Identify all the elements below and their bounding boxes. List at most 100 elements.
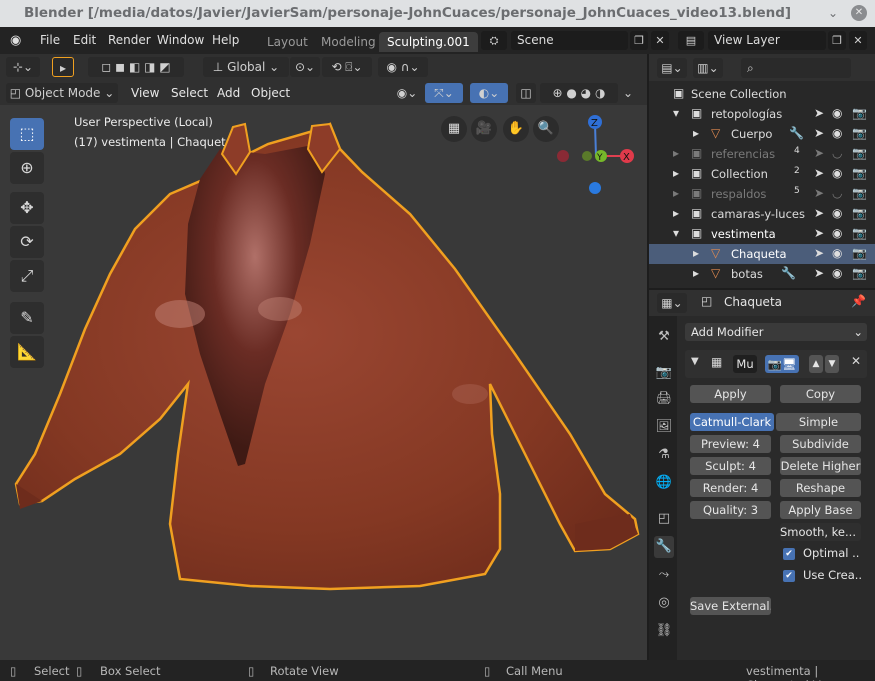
- hidden-eye-icon[interactable]: ◡: [832, 186, 842, 200]
- close-icon[interactable]: ✕: [851, 5, 867, 21]
- select-arrow-icon[interactable]: ➤: [814, 206, 824, 220]
- apply-button[interactable]: Apply: [690, 385, 771, 403]
- camera-render-icon[interactable]: 📷: [852, 206, 867, 220]
- eye-icon[interactable]: ◉: [832, 106, 842, 120]
- select-arrow-icon[interactable]: ➤: [814, 106, 824, 120]
- blender-logo-icon[interactable]: ◉: [10, 33, 26, 49]
- particles-tab-icon[interactable]: ⤳: [654, 564, 674, 586]
- menu-render[interactable]: Render: [108, 33, 151, 47]
- camera-render-icon[interactable]: 📷: [852, 186, 867, 200]
- properties-panel[interactable]: ▦⌄ ◰ Chaqueta 📌 ⚒ 📷 🖨 🖼 ⚗ 🌐 ◰ 🔧 ⤳ ◎ ⛓ Ad…: [649, 290, 875, 660]
- output-tab-icon[interactable]: 🖨: [654, 388, 674, 410]
- select-arrow-icon[interactable]: ➤: [814, 166, 824, 180]
- apply-base-button[interactable]: Apply Base: [780, 501, 861, 519]
- delete-modifier-icon[interactable]: ✕: [851, 354, 861, 368]
- expand-icon[interactable]: ▸: [673, 166, 679, 180]
- expand-icon[interactable]: ▸: [673, 206, 679, 220]
- menu-edit[interactable]: Edit: [73, 33, 96, 47]
- outliner-search-input[interactable]: ⌕: [741, 58, 851, 78]
- outliner-filter-icon[interactable]: ▥⌄: [693, 58, 723, 78]
- expand-icon[interactable]: ▸: [673, 146, 679, 160]
- preview-levels-field[interactable]: Preview: 4: [690, 435, 771, 453]
- expand-icon[interactable]: ▸: [693, 246, 699, 260]
- simple-button[interactable]: Simple: [776, 413, 861, 431]
- outliner-row-camaras[interactable]: ▸ ▣ camaras-y-luces ➤ ◉ 📷: [649, 204, 875, 224]
- properties-editor-type-icon[interactable]: ▦⌄: [657, 293, 687, 313]
- select-arrow-icon[interactable]: ➤: [814, 146, 824, 160]
- expand-icon[interactable]: ▾: [673, 226, 679, 240]
- copy-button[interactable]: Copy: [780, 385, 861, 403]
- modifier-visibility-icons[interactable]: 📷🖥: [765, 355, 799, 373]
- move-down-icon[interactable]: ▼: [825, 355, 839, 373]
- outliner-row-referencias[interactable]: ▸ ▣ referencias 4 ➤ ◡ 📷: [649, 144, 875, 164]
- expand-icon[interactable]: ▸: [673, 186, 679, 200]
- outliner-row-chaqueta[interactable]: ▸ ▽ Chaqueta ➤ ◉ 📷: [649, 244, 875, 264]
- select-arrow-icon[interactable]: ➤: [814, 226, 824, 240]
- view-layer-field[interactable]: View Layer: [708, 31, 826, 50]
- select-arrow-icon[interactable]: ➤: [814, 246, 824, 260]
- outliner-row-retopologias[interactable]: ▾ ▣ retopologías ➤ ◉ 📷: [649, 104, 875, 124]
- jacket-body[interactable]: [14, 122, 640, 591]
- eye-icon[interactable]: ◉: [832, 206, 842, 220]
- scene-close-icon[interactable]: ✕: [651, 31, 669, 50]
- modifier-tab-icon[interactable]: 🔧: [654, 536, 674, 558]
- menu-file[interactable]: File: [40, 33, 60, 47]
- minimize-icon[interactable]: ⌄: [825, 5, 841, 21]
- modifier-name-field[interactable]: Mu: [733, 355, 757, 373]
- physics-tab-icon[interactable]: ◎: [654, 592, 674, 614]
- tab-sculpting[interactable]: Sculpting.001: [379, 32, 478, 52]
- smooth-uvs-dropdown[interactable]: Smooth, ke... ⌄: [780, 523, 861, 541]
- tab-layout[interactable]: Layout: [259, 32, 316, 52]
- view-layer-copy-icon[interactable]: ❐: [828, 31, 846, 50]
- camera-render-icon[interactable]: 📷: [852, 126, 867, 140]
- view-layer-tab-icon[interactable]: 🖼: [654, 416, 674, 438]
- outliner-row-collection[interactable]: ▸ ▣ Collection 2 ➤ ◉ 📷: [649, 164, 875, 184]
- camera-render-icon[interactable]: 📷: [852, 146, 867, 160]
- add-modifier-dropdown[interactable]: Add Modifier ⌄: [685, 323, 867, 341]
- jacket-model[interactable]: [0, 54, 647, 660]
- eye-icon[interactable]: ◉: [832, 246, 842, 260]
- optimal-display-checkbox[interactable]: ✔: [783, 548, 795, 560]
- object-tab-icon[interactable]: ◰: [654, 508, 674, 530]
- reshape-button[interactable]: Reshape: [780, 479, 861, 497]
- eye-icon[interactable]: ◉: [832, 166, 842, 180]
- scene-tab-icon[interactable]: ⚗: [654, 444, 674, 466]
- eye-icon[interactable]: ◉: [832, 126, 842, 140]
- catmull-clark-button[interactable]: Catmull-Clark: [690, 413, 774, 431]
- camera-render-icon[interactable]: 📷: [852, 106, 867, 120]
- outliner-panel[interactable]: ▤⌄ ▥⌄ ⌕ ▣ Scene Collection ▾ ▣ retopolog…: [649, 54, 875, 288]
- outliner-row-botas[interactable]: ▸ ▽ botas 🔧 ➤ ◉ 📷: [649, 264, 875, 284]
- outliner-row-respaldos[interactable]: ▸ ▣ respaldos 5 ➤ ◡ 📷: [649, 184, 875, 204]
- scene-selector-icon[interactable]: ⛭: [481, 31, 507, 50]
- menu-help[interactable]: Help: [212, 33, 239, 47]
- expand-icon[interactable]: ▾: [673, 106, 679, 120]
- scene-collection-row[interactable]: ▣ Scene Collection: [649, 84, 875, 104]
- render-tab-icon[interactable]: 📷: [654, 362, 674, 384]
- scene-copy-icon[interactable]: ❐: [630, 31, 648, 50]
- expand-icon[interactable]: ▸: [693, 266, 699, 280]
- outliner-row-cuerpo[interactable]: ▸ ▽ Cuerpo 🔧 ➤ ◉ 📷: [649, 124, 875, 144]
- select-arrow-icon[interactable]: ➤: [814, 126, 824, 140]
- world-tab-icon[interactable]: 🌐: [654, 472, 674, 494]
- eye-icon[interactable]: ◉: [832, 226, 842, 240]
- delete-higher-button[interactable]: Delete Higher: [780, 457, 861, 475]
- save-external-button[interactable]: Save External...: [690, 597, 771, 615]
- constraints-tab-icon[interactable]: ⛓: [654, 620, 674, 642]
- 3d-viewport[interactable]: ⊹⌄ ▸ ◻ ◼ ◧ ◨ ◩ ⊥ Global ⌄ ⊙⌄ ⟲ ⌼⌄ ◉ ∩⌄ ◰…: [0, 54, 647, 660]
- view-layer-selector-icon[interactable]: ▤: [678, 31, 704, 50]
- use-creases-checkbox[interactable]: ✔: [783, 570, 795, 582]
- camera-render-icon[interactable]: 📷: [852, 246, 867, 260]
- select-arrow-icon[interactable]: ➤: [814, 266, 824, 280]
- view-layer-close-icon[interactable]: ✕: [849, 31, 867, 50]
- camera-render-icon[interactable]: 📷: [852, 226, 867, 240]
- tab-modeling[interactable]: Modeling: [313, 32, 384, 52]
- subdivide-button[interactable]: Subdivide: [780, 435, 861, 453]
- collapse-modifier-icon[interactable]: ▼: [691, 356, 699, 367]
- expand-icon[interactable]: ▸: [693, 126, 699, 140]
- outliner-row-vestimenta[interactable]: ▾ ▣ vestimenta ➤ ◉ 📷: [649, 224, 875, 244]
- quality-field[interactable]: Quality: 3: [690, 501, 771, 519]
- menu-window[interactable]: Window: [157, 33, 204, 47]
- outliner-display-mode-icon[interactable]: ▤⌄: [657, 58, 687, 78]
- tool-tab-icon[interactable]: ⚒: [654, 326, 674, 348]
- camera-render-icon[interactable]: 📷: [852, 266, 867, 280]
